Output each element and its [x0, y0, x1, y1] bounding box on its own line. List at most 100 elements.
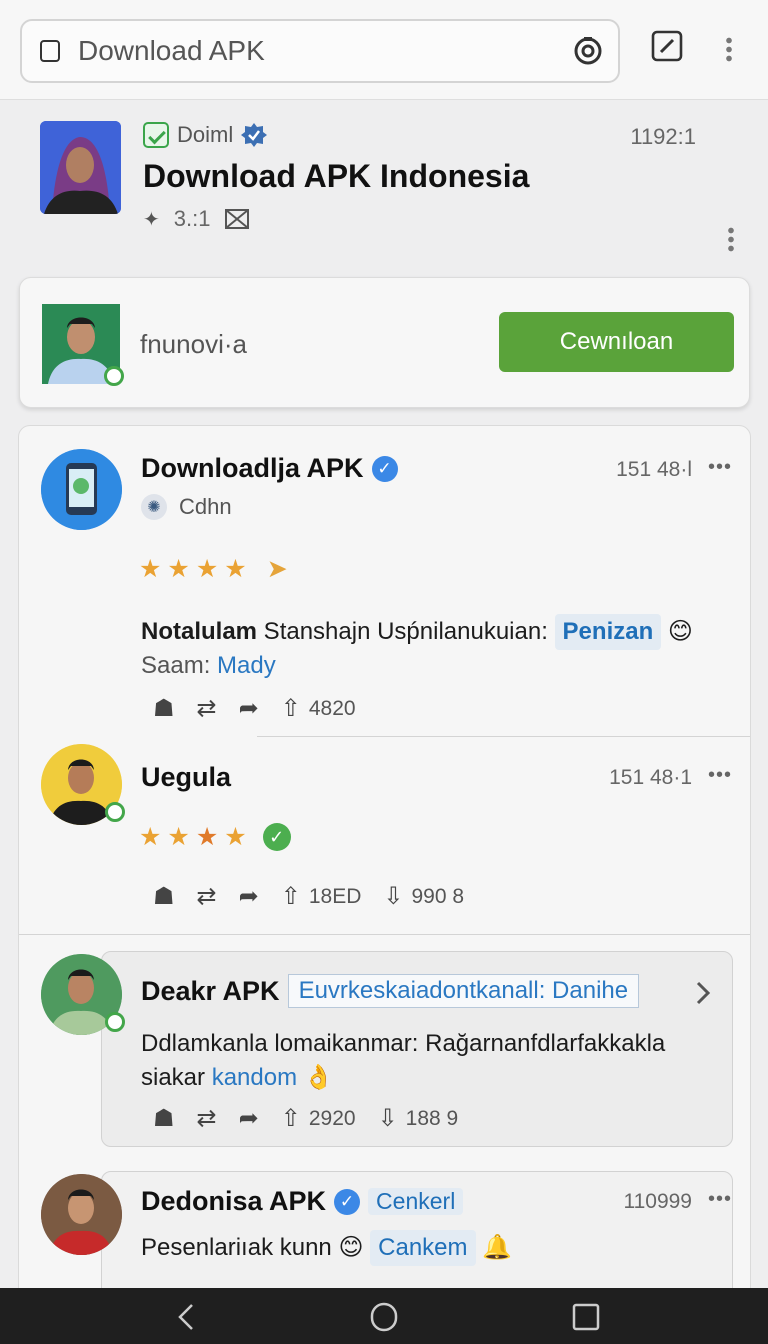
post-author[interactable]: Uegula: [141, 762, 231, 793]
feed-post: Uegula 151 48·1 ••• ★ ★ ★ ★ ✓ ☗ ⇄ ➦ ⇧ 18…: [19, 736, 750, 934]
verified-badge-icon: [241, 123, 268, 147]
post-menu-icon[interactable]: •••: [708, 764, 732, 787]
post-line2-label: Saam:: [141, 652, 218, 679]
like-icon[interactable]: ☗: [153, 1104, 175, 1133]
post-menu-icon[interactable]: •••: [708, 1188, 732, 1211]
app-store-icon: [143, 122, 169, 148]
pin-icon: ✦: [143, 208, 160, 231]
post-text-main: Stanshajn Usṕnilanukuian:: [257, 618, 555, 645]
username: fnunovi·a: [140, 329, 247, 359]
post-line2-link[interactable]: Mady: [217, 652, 276, 679]
chevron-right-icon[interactable]: [695, 980, 711, 1006]
post-sub-label: Cdhn: [179, 494, 232, 519]
menu-icon[interactable]: [726, 36, 732, 62]
bell-emoji-icon: 🔔: [482, 1234, 513, 1261]
post-author[interactable]: Deakr APK Euvrkeskaiadontkanall: Danihe: [141, 974, 640, 1008]
browser-top-bar: Download APK: [0, 0, 768, 100]
downvote-count: 188 9: [405, 1106, 459, 1130]
profile-header: Doiml Download APK Indonesia ✦ 3.:1 1192…: [0, 100, 768, 275]
user-avatar[interactable]: [42, 304, 124, 386]
post-line2-label: siakar: [141, 1064, 212, 1091]
upvote-count: 18ED: [308, 884, 362, 908]
check-circle-icon: ✓: [262, 823, 291, 851]
upvote-action[interactable]: ⇧ 4820: [281, 694, 356, 723]
star-icon: ★: [139, 823, 162, 851]
online-badge-icon: [104, 366, 124, 386]
star-icon: ★: [167, 823, 190, 851]
star-icon: ★: [139, 555, 162, 583]
search-input[interactable]: Download APK: [78, 35, 572, 67]
share-icon[interactable]: ➦: [239, 882, 259, 911]
mail-icon[interactable]: [224, 207, 250, 231]
post-menu-icon[interactable]: •••: [708, 456, 732, 479]
lens-icon[interactable]: [572, 35, 604, 67]
share-icon[interactable]: ➦: [239, 1104, 259, 1133]
post-link-chip[interactable]: Cankem: [370, 1230, 476, 1266]
profile-meta: ✦ 3.:1: [143, 206, 250, 232]
star-icon: ★: [167, 555, 190, 583]
source-label: Doiml: [177, 122, 234, 147]
profile-count: 1192:1: [630, 124, 696, 149]
home-icon[interactable]: [370, 1302, 398, 1332]
search-bar[interactable]: Download APK: [20, 19, 620, 83]
post-author-name: Dedonisa APK: [141, 1186, 327, 1216]
post-text-bold: Notalulam: [141, 618, 258, 645]
profile-avatar[interactable]: [40, 121, 121, 214]
share-icon[interactable]: ➦: [239, 694, 259, 723]
profile-source: Doiml: [143, 122, 268, 148]
post-text-main: Ddlamkanla lomaikanmar: Rağarnanfdlarfak…: [141, 1030, 666, 1057]
feed-post: Deakr APK Euvrkeskaiadontkanall: Danihe …: [19, 946, 750, 1151]
upvote-count: 4820: [308, 696, 356, 720]
edit-icon[interactable]: [651, 30, 683, 62]
group-tag[interactable]: Euvrkeskaiadontkanall: Danihe: [287, 974, 640, 1008]
post-author-name: Deakr APK: [141, 975, 280, 1006]
post-count: 110999: [623, 1190, 692, 1213]
downvote-action[interactable]: ⇩ 188 9: [378, 1104, 459, 1133]
thumbs-up-icon: ⇧: [280, 883, 301, 910]
thumbs-up-icon: ⇧: [280, 1105, 301, 1132]
download-button[interactable]: Cewnıloan: [499, 312, 734, 372]
verified-icon: ✓: [334, 1188, 361, 1215]
profile-menu-icon[interactable]: [728, 226, 734, 252]
tag-chip[interactable]: Penizan: [554, 614, 662, 650]
online-badge-icon: [105, 1012, 125, 1032]
hand-emoji-icon: 👌: [303, 1064, 334, 1091]
post-line2: siakar kandom 👌: [141, 1060, 334, 1096]
user-avatar[interactable]: [41, 1174, 122, 1255]
verified-icon: ✓: [371, 455, 398, 482]
upvote-action[interactable]: ⇧ 18ED: [281, 882, 362, 911]
post-line2-link[interactable]: kandom: [212, 1064, 297, 1091]
downvote-action[interactable]: ⇩ 990 8: [383, 882, 464, 911]
person-icon: [41, 1174, 122, 1255]
post-actions: ☗ ⇄ ➦ ⇧ 2920 ⇩ 188 9: [153, 1104, 480, 1133]
thumbs-down-icon: ⇩: [383, 883, 404, 910]
repost-icon[interactable]: ⇄: [197, 694, 217, 723]
post-author-name: Uegula: [141, 762, 232, 792]
post-line2: Saam: Mady: [141, 648, 276, 684]
post-text: Ddlamkanla lomaikanmar: Rağarnanfdlarfak…: [141, 1026, 721, 1062]
like-icon[interactable]: ☗: [153, 882, 175, 911]
upvote-action[interactable]: ⇧ 2920: [281, 1104, 356, 1133]
tag-chip[interactable]: Cenkerl: [368, 1188, 464, 1215]
smile-emoji-icon: 😊: [338, 1234, 364, 1261]
globe-icon: ✺: [141, 494, 167, 520]
recents-icon[interactable]: [572, 1302, 600, 1332]
post-text-main: Pesenlariıak kunn: [141, 1234, 339, 1261]
repost-icon[interactable]: ⇄: [197, 882, 217, 911]
app-avatar[interactable]: [41, 449, 122, 530]
phone-icon: [41, 449, 122, 530]
post-text: Pesenlariıak kunn 😊 Cankem 🔔: [141, 1230, 512, 1266]
page-title: Download APK Indonesia: [143, 158, 530, 194]
post-author[interactable]: Dedonisa APK ✓ Cenkerl: [141, 1186, 464, 1217]
smile-emoji-icon: 😊: [667, 618, 693, 645]
back-icon[interactable]: [176, 1302, 196, 1332]
repost-icon[interactable]: ⇄: [197, 1104, 217, 1133]
profile-meta-text: 3.:1: [173, 206, 211, 231]
like-icon[interactable]: ☗: [153, 694, 175, 723]
thumbs-down-icon: ⇩: [377, 1105, 398, 1132]
downvote-count: 990 8: [411, 884, 465, 908]
star-icon: ★: [224, 555, 247, 583]
post-author[interactable]: Downloadlja APK ✓: [141, 453, 398, 484]
system-nav-bar: [0, 1288, 768, 1344]
thumbs-up-icon: ⇧: [280, 695, 301, 722]
